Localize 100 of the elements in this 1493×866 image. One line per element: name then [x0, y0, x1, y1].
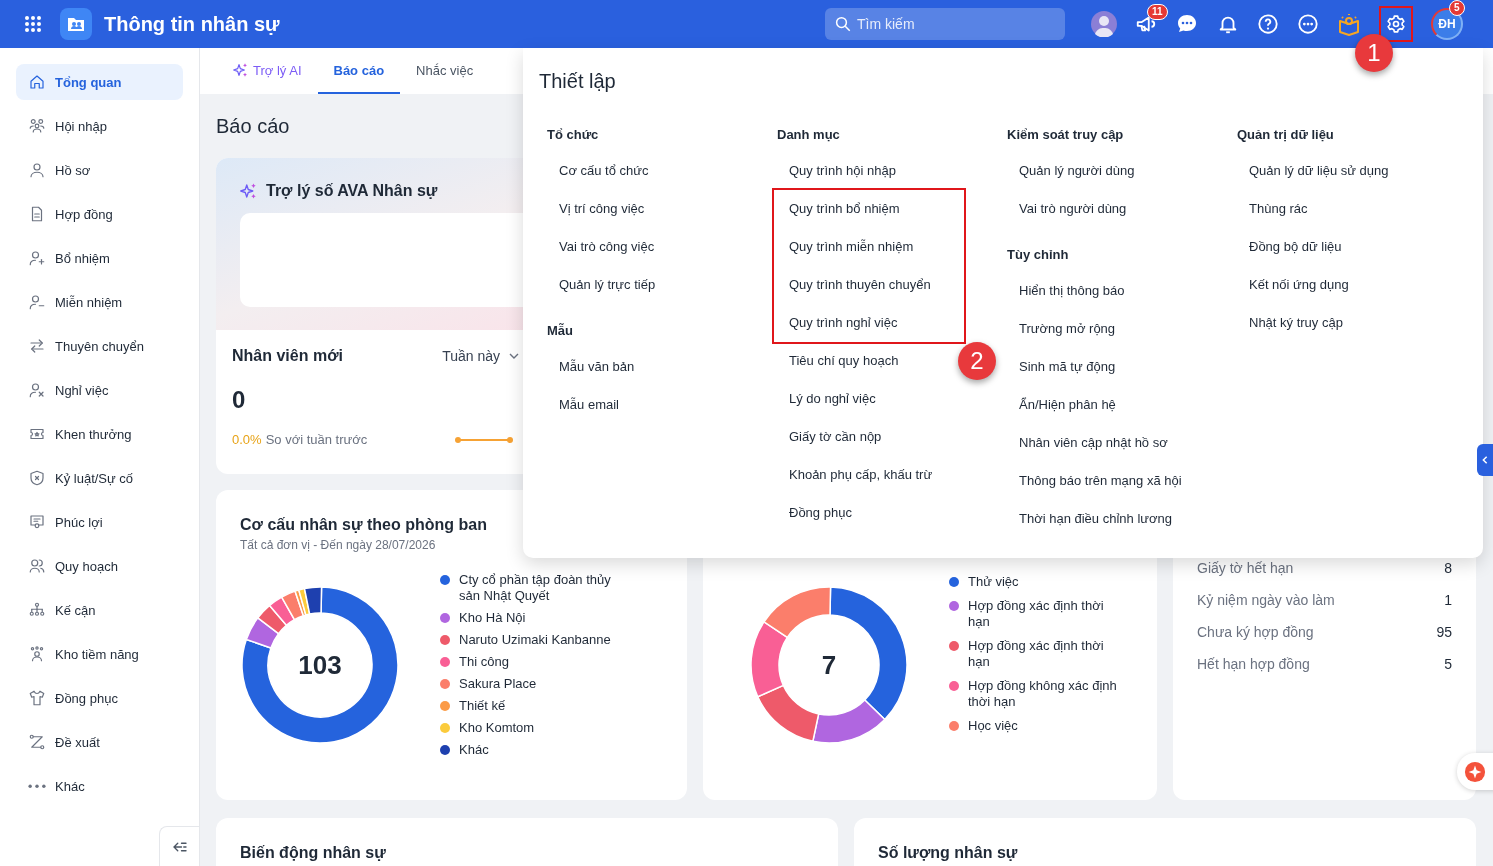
- card-title: Biến động nhân sự: [240, 844, 386, 861]
- menu-item[interactable]: Khoản phụ cấp, khấu trừ: [777, 456, 933, 494]
- sidebar-item[interactable]: Phúc lợi: [16, 504, 183, 540]
- menu-item[interactable]: Ẩn/Hiện phân hệ: [1007, 386, 1116, 424]
- legend-label: Thử việc: [968, 574, 1019, 590]
- person-plus-icon: [28, 249, 46, 267]
- people-icon: [28, 117, 46, 135]
- legend-label: Hợp đồng xác định thời hạn: [968, 598, 1105, 630]
- shirt-icon: [28, 689, 46, 707]
- menu-item[interactable]: Quản lý trực tiếp: [547, 266, 656, 304]
- home-icon: [28, 73, 46, 91]
- person-minus-icon: [28, 293, 46, 311]
- side-panel-toggle[interactable]: [1477, 444, 1493, 476]
- legend-label: Cty cổ phần tập đoàn thủy sản Nhật Quyết: [459, 572, 612, 604]
- tab[interactable]: Trợ lý AI: [217, 48, 318, 94]
- legend-label: Thiết kế: [459, 698, 506, 714]
- legend-label: Sakura Place: [459, 676, 537, 692]
- menu-item[interactable]: Vị trí công việc: [547, 190, 645, 228]
- hierarchy-icon: [28, 601, 46, 619]
- sidebar-item[interactable]: Khác: [16, 768, 183, 804]
- sparkle-icon: [1464, 760, 1486, 783]
- collapse-sidebar-button[interactable]: [159, 826, 199, 866]
- group-heading: Kiểm soát truy cập: [1007, 126, 1125, 144]
- reminder-count: 5: [1444, 656, 1452, 674]
- menu-item[interactable]: Quy trình thuyên chuyển: [789, 266, 931, 304]
- menu-item[interactable]: Vai trò người dùng: [1007, 190, 1127, 228]
- menu-item[interactable]: Thông báo trên mạng xã hội: [1007, 462, 1182, 500]
- menu-item[interactable]: Giấy tờ cần nộp: [777, 418, 882, 456]
- card-title: Cơ cấu nhân sự theo phòng ban: [240, 516, 488, 534]
- lightbulb-icon[interactable]: [1337, 12, 1361, 36]
- swap-icon: [28, 337, 46, 355]
- period-dropdown[interactable]: Tuần này: [442, 348, 520, 364]
- reminder-label: Giấy tờ hết hạn: [1197, 560, 1294, 578]
- tab[interactable]: Báo cáo: [317, 48, 401, 94]
- sidebar-item[interactable]: Đề xuất: [16, 724, 183, 760]
- menu-item[interactable]: Vai trò công việc: [547, 228, 655, 266]
- sidebar-item[interactable]: Bổ nhiệm: [16, 240, 183, 276]
- person-icon: [28, 645, 46, 663]
- total-count: 103: [298, 649, 342, 681]
- menu-item[interactable]: Cơ cấu tổ chức: [547, 152, 649, 190]
- menu-item[interactable]: Đồng phục: [777, 494, 852, 532]
- menu-item[interactable]: Thời hạn điều chỉnh lương: [1007, 500, 1172, 538]
- apps-icon[interactable]: [24, 15, 42, 33]
- ai-assistant-button[interactable]: [1457, 753, 1493, 790]
- comparison-label: So với tuần trước: [265, 432, 368, 447]
- user-avatar-icon[interactable]: [1091, 11, 1117, 37]
- sidebar-item[interactable]: Kế cận: [16, 592, 183, 628]
- sidebar-item[interactable]: Nghỉ việc: [16, 372, 183, 408]
- reminder-label: Kỷ niệm ngày vào làm: [1197, 592, 1335, 610]
- sidebar-item[interactable]: Kho tiềm năng: [16, 636, 183, 672]
- menu-item[interactable]: Mẫu email: [547, 386, 619, 424]
- count-badge: 5: [1449, 0, 1465, 16]
- menu-item[interactable]: Mẫu văn bản: [547, 348, 635, 386]
- sidebar-item[interactable]: Đồng phục: [16, 680, 183, 716]
- legend-label: Hợp đồng không xác định thời hạn: [968, 678, 1118, 710]
- card-subtitle: Tất cả đơn vị - Đến ngày 28/07/2026: [240, 538, 437, 552]
- person-x-icon: [28, 381, 46, 399]
- certificate-icon: [28, 513, 46, 531]
- menu-item[interactable]: Thùng rác: [1237, 190, 1308, 228]
- menu-item[interactable]: Kết nối ứng dụng: [1237, 266, 1349, 304]
- more-icon[interactable]: [1297, 13, 1319, 35]
- menu-item[interactable]: Đồng bộ dữ liệu: [1237, 228, 1342, 266]
- search-icon: [834, 15, 852, 33]
- menu-item[interactable]: Lý do nghỉ việc: [777, 380, 876, 418]
- menu-item[interactable]: Quản lý người dùng: [1007, 152, 1135, 190]
- menu-item[interactable]: Quy trình bổ nhiệm: [789, 190, 900, 228]
- sidebar-item[interactable]: Hồ sơ: [16, 152, 183, 188]
- reminder-count: 95: [1436, 624, 1452, 642]
- step-marker: 2: [958, 342, 996, 380]
- group-heading: Tổ chức: [547, 126, 600, 144]
- menu-item[interactable]: Sinh mã tự động: [1007, 348, 1116, 386]
- menu-item[interactable]: Trường mở rộng: [1007, 310, 1116, 348]
- tab[interactable]: Nhắc việc: [400, 48, 490, 94]
- help-icon[interactable]: [1257, 13, 1279, 35]
- sidebar-item[interactable]: Kỷ luật/Sự cố: [16, 460, 183, 496]
- menu-item[interactable]: Quy trình miễn nhiệm: [789, 228, 914, 266]
- menu-item[interactable]: Hiển thị thông báo: [1007, 272, 1125, 310]
- legend-label: Hợp đồng xác định thời hạn: [968, 638, 1105, 670]
- change-percent: 0.0%: [232, 432, 262, 447]
- legend-label: Học việc: [968, 718, 1018, 734]
- group-heading: Mẫu: [547, 322, 574, 340]
- sidebar-item[interactable]: Tổng quan: [16, 64, 183, 100]
- sidebar-item[interactable]: Hợp đồng: [16, 196, 183, 232]
- menu-item[interactable]: Quản lý dữ liệu sử dụng: [1237, 152, 1389, 190]
- sparkle-icon: [233, 62, 249, 78]
- sidebar-item[interactable]: Quy hoạch: [16, 548, 183, 584]
- menu-item[interactable]: Quy trình nghỉ việc: [789, 304, 898, 342]
- sidebar-item[interactable]: Thuyên chuyển: [16, 328, 183, 364]
- menu-item[interactable]: Nhân viên cập nhật hồ sơ: [1007, 424, 1168, 462]
- sidebar-item[interactable]: Hội nhập: [16, 108, 183, 144]
- sidebar-item[interactable]: Khen thưởng: [16, 416, 183, 452]
- total-count: 7: [821, 649, 837, 681]
- reminder-label: Chưa ký hợp đồng: [1197, 624, 1314, 642]
- sidebar-item[interactable]: Miễn nhiệm: [16, 284, 183, 320]
- menu-item[interactable]: Quy trình hội nhập: [777, 152, 896, 190]
- reminder-label: Hết hạn hợp đồng: [1197, 656, 1310, 674]
- menu-item[interactable]: Nhật ký truy cập: [1237, 304, 1343, 342]
- reminder-count: 1: [1444, 592, 1452, 610]
- people-icon: [28, 557, 46, 575]
- menu-item[interactable]: Tiêu chí quy hoạch: [777, 342, 899, 380]
